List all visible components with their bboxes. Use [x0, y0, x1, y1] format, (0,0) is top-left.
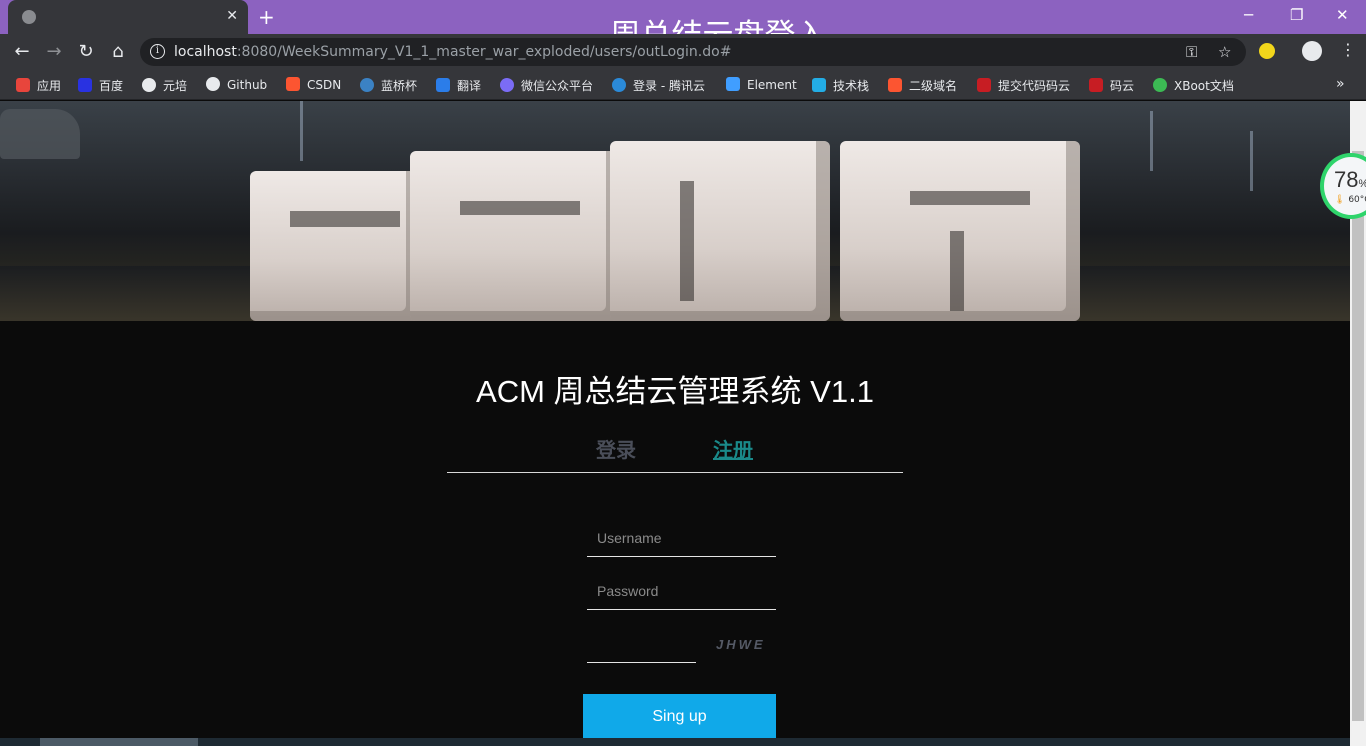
reload-icon[interactable]: ↻ [74, 41, 98, 62]
sign-groove [950, 231, 964, 311]
parked-car-shape [0, 109, 80, 159]
bookmark-csdn[interactable]: CSDN [286, 77, 341, 92]
bookmark-subdomain[interactable]: 二级域名 [888, 77, 957, 94]
wechat-mp-icon [500, 78, 514, 92]
bookmark-xboot-docs[interactable]: XBoot文档 [1153, 77, 1234, 94]
back-icon[interactable]: ← [10, 41, 34, 62]
sign-groove [460, 201, 580, 215]
apps-grid-icon [16, 78, 30, 92]
address-bar[interactable]: i localhost:8080/WeekSummary_V1_1_master… [140, 38, 1246, 66]
page-favicon-icon [22, 10, 36, 24]
bookmark-lanqiao[interactable]: 蓝桥杯 [360, 77, 417, 94]
gitee-icon [1089, 78, 1103, 92]
csdn-icon [286, 77, 300, 91]
sign-block [250, 171, 420, 321]
extension-icon[interactable] [1259, 43, 1275, 59]
sculpture-sign [250, 141, 1080, 321]
temperature-readout: 🌡 60°C [1334, 195, 1366, 205]
bookmark-yuanpei[interactable]: 元培 [142, 77, 187, 94]
thermometer-icon: 🌡 [1334, 195, 1346, 205]
taskbar-active-item[interactable] [40, 738, 198, 746]
bookmark-tencent-cloud[interactable]: 登录 - 腾讯云 [612, 77, 705, 94]
usage-percent: 78% [1334, 167, 1366, 192]
lanqiao-icon [360, 78, 374, 92]
bookmark-gitee[interactable]: 码云 [1089, 77, 1134, 94]
sign-block [410, 151, 620, 321]
bookmark-element[interactable]: Element [726, 77, 797, 92]
scrollbar-thumb[interactable] [1352, 151, 1364, 721]
url-text[interactable]: localhost:8080/WeekSummary_V1_1_master_w… [174, 44, 731, 60]
light-reflection [1250, 131, 1253, 191]
signup-button[interactable]: Sing up [583, 694, 776, 740]
profile-avatar-icon[interactable] [1302, 41, 1322, 61]
key-icon[interactable]: ⚿ [1186, 43, 1197, 61]
new-tab-icon[interactable]: + [258, 5, 275, 29]
captcha-input[interactable] [587, 625, 696, 663]
xboot-icon [1153, 78, 1167, 92]
github-icon [206, 77, 220, 91]
restore-icon[interactable]: ❐ [1290, 6, 1303, 24]
bookmark-gitee-submit[interactable]: 提交代码码云 [977, 77, 1070, 94]
bookmarks-overflow-icon[interactable]: » [1336, 76, 1345, 92]
window-close-icon[interactable]: ✕ [1336, 6, 1349, 24]
translate-icon [436, 78, 450, 92]
browser-tabstrip: 周总结云盘登入 ✕ + ─ ❐ ✕ [0, 0, 1366, 53]
sign-block [610, 141, 830, 321]
light-reflection [1150, 111, 1153, 171]
gitee-icon [977, 78, 991, 92]
site-info-icon[interactable]: i [150, 44, 165, 59]
bilibili-icon [812, 78, 826, 92]
csdn-icon [888, 78, 902, 92]
page-viewport: ACM 周总结云管理系统 V1.1 登录 注册 JHWE Sing up [0, 101, 1350, 746]
tencent-cloud-icon [612, 78, 626, 92]
tab-close-icon[interactable]: ✕ [226, 8, 238, 24]
page-title: ACM 周总结云管理系统 V1.1 [476, 374, 874, 409]
sign-groove [910, 191, 1030, 205]
baidu-icon [78, 78, 92, 92]
captcha-image[interactable]: JHWE [716, 637, 766, 652]
browser-tab[interactable]: 周总结云盘登入 ✕ [8, 0, 827, 53]
globe-icon [142, 78, 156, 92]
bookmark-wechat-mp[interactable]: 微信公众平台 [500, 77, 593, 94]
minimize-icon[interactable]: ─ [1244, 6, 1253, 24]
sign-groove [680, 181, 694, 301]
bookmark-github[interactable]: Github [206, 77, 267, 92]
tab-login[interactable]: 登录 [596, 434, 636, 463]
tab-divider [447, 472, 903, 473]
bookmark-apps[interactable]: 应用 [16, 77, 61, 94]
sign-groove [290, 211, 400, 227]
username-input[interactable] [587, 519, 776, 557]
bookmark-star-icon[interactable]: ☆ [1218, 43, 1231, 61]
bookmarks-bar: 应用 百度 元培 Github CSDN 蓝桥杯 翻译 微信公众平台 登录 - … [0, 70, 1366, 100]
password-input[interactable] [587, 572, 776, 610]
browser-toolbar: ← → ↻ ⌂ i localhost:8080/WeekSummary_V1_… [0, 34, 1366, 70]
bookmark-baidu[interactable]: 百度 [78, 77, 123, 94]
taskbar [0, 738, 1350, 746]
bookmark-tech-stack[interactable]: 技术栈 [812, 77, 869, 94]
forward-icon[interactable]: → [42, 41, 66, 62]
browser-menu-icon[interactable]: ⋮ [1340, 40, 1356, 59]
bookmark-translate[interactable]: 翻译 [436, 77, 481, 94]
element-icon [726, 77, 740, 91]
home-icon[interactable]: ⌂ [106, 41, 130, 62]
campus-banner-image [0, 101, 1350, 321]
tab-register[interactable]: 注册 [713, 434, 753, 463]
